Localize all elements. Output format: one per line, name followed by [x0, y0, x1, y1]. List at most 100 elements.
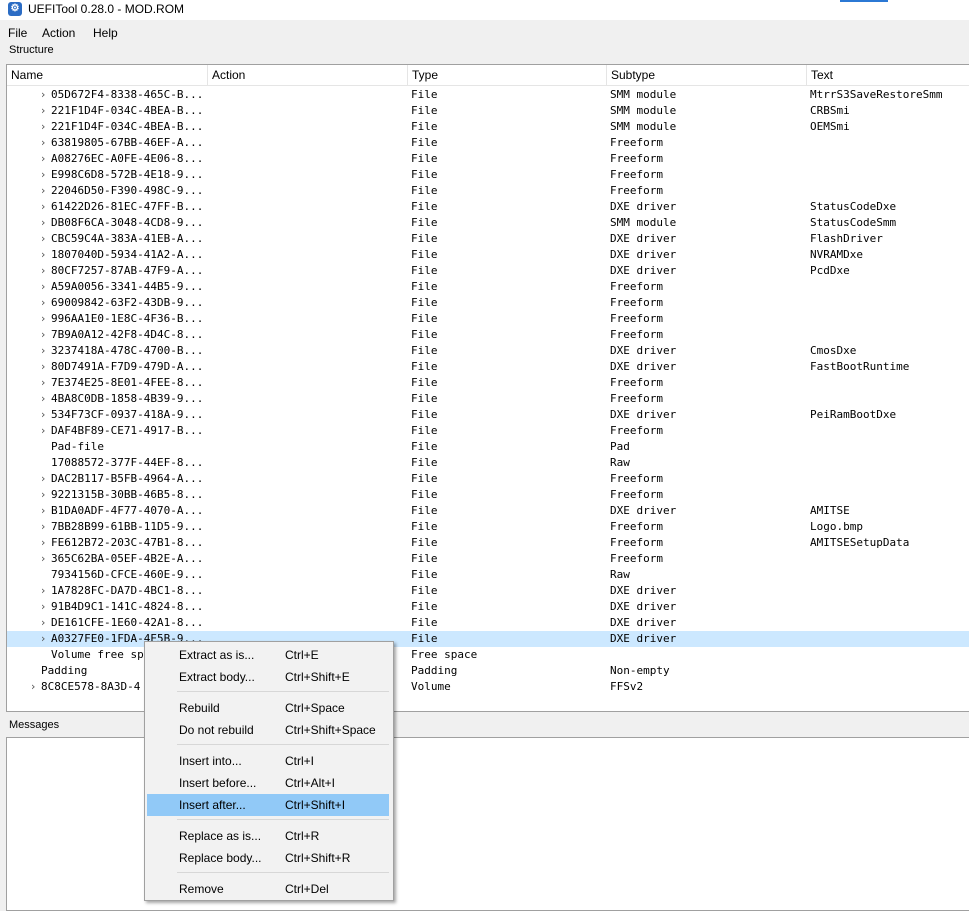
cell-name: CBC59C4A-383A-41EB-A... [51, 232, 204, 245]
tree-row[interactable]: › B1DA0ADF-4F77-4070-A... File DXE driver AM… [7, 503, 969, 519]
tree-row[interactable]: › E998C6D8-572B-4E18-9... File Freeform [7, 167, 969, 183]
chevron-right-icon[interactable]: › [41, 135, 45, 151]
chevron-right-icon[interactable]: › [41, 87, 45, 103]
chevron-right-icon[interactable]: › [41, 519, 45, 535]
menu-item-shortcut: Ctrl+Del [285, 882, 329, 896]
cell-name: 221F1D4F-034C-4BEA-B... [51, 104, 204, 117]
chevron-right-icon[interactable]: › [31, 679, 35, 695]
window-control-accent[interactable] [840, 0, 888, 2]
tree-row[interactable]: › 1A7828FC-DA7D-4BC1-8... File DXE driver [7, 583, 969, 599]
tree-row[interactable]: Pad-file File Pad [7, 439, 969, 455]
chevron-right-icon[interactable]: › [41, 631, 45, 647]
cell-type: File [411, 88, 438, 101]
tree-row[interactable]: › DAC2B117-B5FB-4964-A... File Freeform [7, 471, 969, 487]
menu-item-insert-after[interactable]: Insert after... Ctrl+Shift+I [147, 794, 389, 816]
chevron-right-icon[interactable]: › [41, 119, 45, 135]
chevron-right-icon[interactable]: › [41, 215, 45, 231]
column-header-type[interactable]: Type [407, 65, 608, 85]
tree-row[interactable]: › 1807040D-5934-41A2-A... File DXE driver NV… [7, 247, 969, 263]
cell-type: File [411, 456, 438, 469]
cell-name: 365C62BA-05EF-4B2E-A... [51, 552, 204, 565]
chevron-right-icon[interactable]: › [41, 231, 45, 247]
tree-row[interactable]: › 7BB28B99-61BB-11D5-9... File Freeform Logo… [7, 519, 969, 535]
tree-row[interactable]: › 63819805-67BB-46EF-A... File Freeform [7, 135, 969, 151]
menu-item-extract-body[interactable]: Extract body... Ctrl+Shift+E [147, 666, 389, 688]
chevron-right-icon[interactable]: › [41, 167, 45, 183]
tree-row[interactable]: › DB08F6CA-3048-4CD8-9... File SMM module St… [7, 215, 969, 231]
menu-action[interactable]: Action [42, 26, 75, 40]
chevron-right-icon[interactable]: › [41, 327, 45, 343]
structure-tree[interactable]: Name Action Type Subtype Text › 05D672F4-… [6, 64, 969, 712]
menu-help[interactable]: Help [93, 26, 118, 40]
tree-row[interactable]: › 9221315B-30BB-46B5-8... File Freeform [7, 487, 969, 503]
chevron-right-icon[interactable]: › [41, 263, 45, 279]
chevron-right-icon[interactable]: › [41, 551, 45, 567]
tree-row[interactable]: › 22046D50-F390-498C-9... File Freeform [7, 183, 969, 199]
chevron-right-icon[interactable]: › [41, 359, 45, 375]
menu-item-rebuild[interactable]: Rebuild Ctrl+Space [147, 697, 389, 719]
chevron-right-icon[interactable]: › [41, 423, 45, 439]
chevron-right-icon[interactable]: › [41, 503, 45, 519]
cell-text: AMITSE [810, 504, 850, 517]
tree-row[interactable]: › A08276EC-A0FE-4E06-8... File Freeform [7, 151, 969, 167]
tree-row[interactable]: › 3237418A-478C-4700-B... File DXE driver Cm… [7, 343, 969, 359]
tree-row[interactable]: › CBC59C4A-383A-41EB-A... File DXE driver Fl… [7, 231, 969, 247]
menu-item-shortcut: Ctrl+R [285, 829, 320, 843]
tree-row[interactable]: › 69009842-63F2-43DB-9... File Freeform [7, 295, 969, 311]
chevron-right-icon[interactable]: › [41, 583, 45, 599]
tree-row[interactable]: 17088572-377F-44EF-8... File Raw [7, 455, 969, 471]
tree-row[interactable]: › 05D672F4-8338-465C-B... File SMM module Mt… [7, 87, 969, 103]
cell-text: MtrrS3SaveRestoreSmm [810, 88, 943, 101]
column-header-text[interactable]: Text [806, 65, 969, 85]
menu-item-remove[interactable]: Remove Ctrl+Del [147, 878, 389, 900]
chevron-right-icon[interactable]: › [41, 375, 45, 391]
column-header-subtype[interactable]: Subtype [606, 65, 807, 85]
tree-row[interactable]: › 61422D26-81EC-47FF-B... File DXE driver St… [7, 199, 969, 215]
chevron-right-icon[interactable]: › [41, 535, 45, 551]
chevron-right-icon[interactable]: › [41, 151, 45, 167]
chevron-right-icon[interactable]: › [41, 247, 45, 263]
tree-row[interactable]: › DE161CFE-1E60-42A1-8... File DXE driver [7, 615, 969, 631]
tree-row[interactable]: 7934156D-CFCE-460E-9... File Raw [7, 567, 969, 583]
tree-row[interactable]: › FE612B72-203C-47B1-8... File Freeform AMIT… [7, 535, 969, 551]
tree-row[interactable]: › 80D7491A-F7D9-479D-A... File DXE driver Fa… [7, 359, 969, 375]
tree-row[interactable]: › 534F73CF-0937-418A-9... File DXE driver Pe… [7, 407, 969, 423]
tree-row[interactable]: › 221F1D4F-034C-4BEA-B... File SMM module CR… [7, 103, 969, 119]
tree-row[interactable]: › A59A0056-3341-44B5-9... File Freeform [7, 279, 969, 295]
menu-item-extract-as-is[interactable]: Extract as is... Ctrl+E [147, 644, 389, 666]
chevron-right-icon[interactable]: › [41, 487, 45, 503]
menu-item-do-not-rebuild[interactable]: Do not rebuild Ctrl+Shift+Space [147, 719, 389, 741]
column-header-action[interactable]: Action [207, 65, 408, 85]
chevron-right-icon[interactable]: › [41, 471, 45, 487]
tree-row[interactable]: › 4BA8C0DB-1858-4B39-9... File Freeform [7, 391, 969, 407]
chevron-right-icon[interactable]: › [41, 615, 45, 631]
tree-row[interactable]: › 996AA1E0-1E8C-4F36-B... File Freeform [7, 311, 969, 327]
chevron-right-icon[interactable]: › [41, 279, 45, 295]
tree-row[interactable]: › 365C62BA-05EF-4B2E-A... File Freeform [7, 551, 969, 567]
chevron-right-icon[interactable]: › [41, 407, 45, 423]
tree-row[interactable]: › 80CF7257-87AB-47F9-A... File DXE driver Pc… [7, 263, 969, 279]
chevron-right-icon[interactable]: › [41, 183, 45, 199]
chevron-right-icon[interactable]: › [41, 295, 45, 311]
tree-row[interactable]: › DAF4BF89-CE71-4917-B... File Freeform [7, 423, 969, 439]
tree-row[interactable]: › 7E374E25-8E01-4FEE-8... File Freeform [7, 375, 969, 391]
menu-item-replace-as-is[interactable]: Replace as is... Ctrl+R [147, 825, 389, 847]
tree-row[interactable]: › 221F1D4F-034C-4BEA-B... File SMM module OE… [7, 119, 969, 135]
menu-file[interactable]: File [8, 26, 27, 40]
chevron-right-icon[interactable]: › [41, 103, 45, 119]
column-header-name[interactable]: Name [7, 65, 207, 85]
chevron-right-icon[interactable]: › [41, 599, 45, 615]
chevron-right-icon[interactable]: › [41, 343, 45, 359]
cell-subtype: Freeform [610, 296, 663, 309]
tree-row[interactable]: › 91B4D9C1-141C-4824-8... File DXE driver [7, 599, 969, 615]
menu-item-insert-before[interactable]: Insert before... Ctrl+Alt+I [147, 772, 389, 794]
chevron-right-icon[interactable]: › [41, 391, 45, 407]
chevron-right-icon[interactable]: › [41, 199, 45, 215]
tree-row[interactable]: › 7B9A0A12-42F8-4D4C-8... File Freeform [7, 327, 969, 343]
cell-text: StatusCodeDxe [810, 200, 897, 213]
cell-text: NVRAMDxe [810, 248, 863, 261]
menu-item-replace-body[interactable]: Replace body... Ctrl+Shift+R [147, 847, 389, 869]
menu-item-insert-into[interactable]: Insert into... Ctrl+I [147, 750, 389, 772]
cell-type: File [411, 616, 438, 629]
chevron-right-icon[interactable]: › [41, 311, 45, 327]
